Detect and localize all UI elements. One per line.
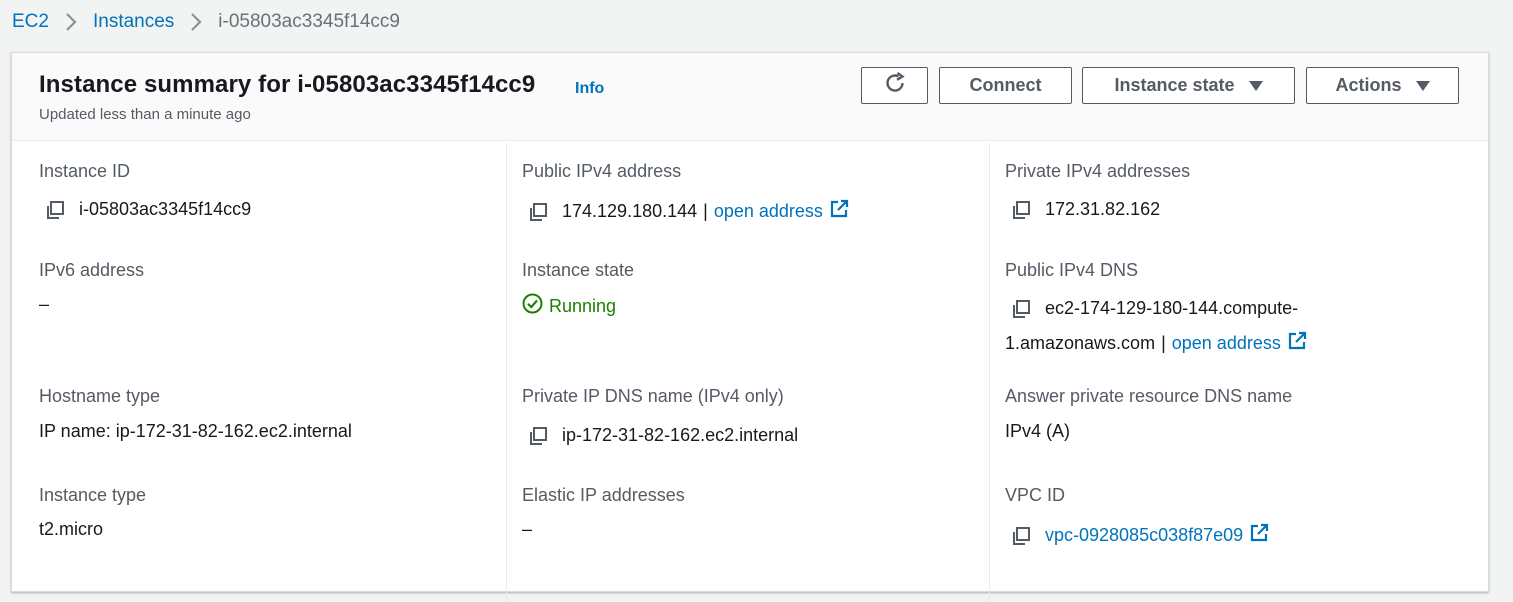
public-dns-line2: 1.amazonaws.com | open address <box>1005 331 1307 356</box>
check-circle-icon <box>522 293 543 319</box>
connect-button[interactable]: Connect <box>939 67 1072 104</box>
external-link-icon[interactable] <box>829 199 849 224</box>
actions-label: Actions <box>1335 75 1402 95</box>
elastic-ip-label: Elastic IP addresses <box>522 485 685 505</box>
public-dns-text-line1: ec2-174-129-180-144.compute- <box>1045 298 1299 318</box>
hostname-type-label: Hostname type <box>39 386 161 406</box>
private-dns-value: ip-172-31-82-162.ec2.internal <box>528 425 798 446</box>
private-ipv4-label: Private IPv4 addresses <box>1005 161 1191 181</box>
copy-icon[interactable] <box>45 200 65 220</box>
breadcrumb-current: i-05803ac3345f14cc9 <box>218 11 400 32</box>
breadcrumb: EC2 Instances i-05803ac3345f14cc9 <box>12 8 400 36</box>
column-divider <box>989 142 990 602</box>
instance-id-label: Instance ID <box>39 161 131 181</box>
hostname-type-value: IP name: ip-172-31-82-162.ec2.internal <box>39 421 352 441</box>
separator: | <box>703 201 708 221</box>
private-dns-label: Private IP DNS name (IPv4 only) <box>522 386 784 406</box>
public-ipv4-text: 174.129.180.144 <box>562 201 698 221</box>
page-title: Instance summary for i-05803ac3345f14cc9 <box>39 71 536 98</box>
copy-icon[interactable] <box>1011 299 1031 319</box>
instance-state-value: Running <box>522 293 616 319</box>
column-divider <box>506 142 507 602</box>
instance-id-text: i-05803ac3345f14cc9 <box>79 199 252 219</box>
public-ipv4-label: Public IPv4 address <box>522 161 682 181</box>
external-link-icon[interactable] <box>1287 331 1307 356</box>
public-dns-text-line2: 1.amazonaws.com <box>1005 333 1156 353</box>
private-ipv4-text: 172.31.82.162 <box>1045 199 1161 219</box>
instance-state-label: Instance state <box>1114 75 1235 95</box>
public-ipv4-value: 174.129.180.144 | open address <box>528 199 849 224</box>
open-address-link[interactable]: open address <box>1172 333 1281 354</box>
running-status-text: Running <box>549 295 617 316</box>
copy-icon[interactable] <box>528 202 548 222</box>
private-dns-text: ip-172-31-82-162.ec2.internal <box>562 425 799 445</box>
instance-id-value: i-05803ac3345f14cc9 <box>45 199 251 220</box>
public-dns-line1: ec2-174-129-180-144.compute- <box>1011 298 1298 319</box>
ipv6-label: IPv6 address <box>39 260 145 280</box>
refresh-button[interactable] <box>861 67 928 104</box>
vpc-id-value: vpc-0928085c038f87e09 <box>1011 523 1269 548</box>
caret-down-icon <box>1415 80 1430 91</box>
panel-header: Instance summary for i-05803ac3345f14cc9… <box>12 53 1488 141</box>
copy-icon[interactable] <box>1011 200 1031 220</box>
breadcrumb-instances[interactable]: Instances <box>93 11 174 33</box>
updated-timestamp: Updated less than a minute ago <box>39 106 251 123</box>
vpc-id-label: VPC ID <box>1005 485 1066 505</box>
vpc-id-link[interactable]: vpc-0928085c038f87e09 <box>1045 525 1243 546</box>
breadcrumb-ec2[interactable]: EC2 <box>12 11 49 33</box>
answer-dns-label: Answer private resource DNS name <box>1005 386 1293 406</box>
instance-summary-panel: Instance summary for i-05803ac3345f14cc9… <box>11 52 1489 602</box>
elastic-ip-value: – <box>522 519 533 539</box>
open-address-link[interactable]: open address <box>714 201 823 222</box>
instance-type-value: t2.micro <box>39 519 104 539</box>
private-ipv4-value: 172.31.82.162 <box>1011 199 1160 220</box>
caret-down-icon <box>1248 80 1263 91</box>
instance-state-button[interactable]: Instance state <box>1082 67 1295 104</box>
separator: | <box>1161 333 1166 353</box>
instance-state-label: Instance state <box>522 260 635 280</box>
info-link[interactable]: Info <box>575 80 604 98</box>
copy-icon[interactable] <box>528 426 548 446</box>
instance-type-label: Instance type <box>39 485 147 505</box>
ipv6-value: – <box>39 294 50 314</box>
external-link-icon[interactable] <box>1249 523 1269 548</box>
chevron-right-icon <box>49 8 93 36</box>
refresh-icon <box>883 71 907 100</box>
copy-icon[interactable] <box>1011 526 1031 546</box>
public-dns-label: Public IPv4 DNS <box>1005 260 1139 280</box>
chevron-right-icon <box>174 8 218 36</box>
actions-button[interactable]: Actions <box>1306 67 1459 104</box>
answer-dns-value: IPv4 (A) <box>1005 421 1071 441</box>
